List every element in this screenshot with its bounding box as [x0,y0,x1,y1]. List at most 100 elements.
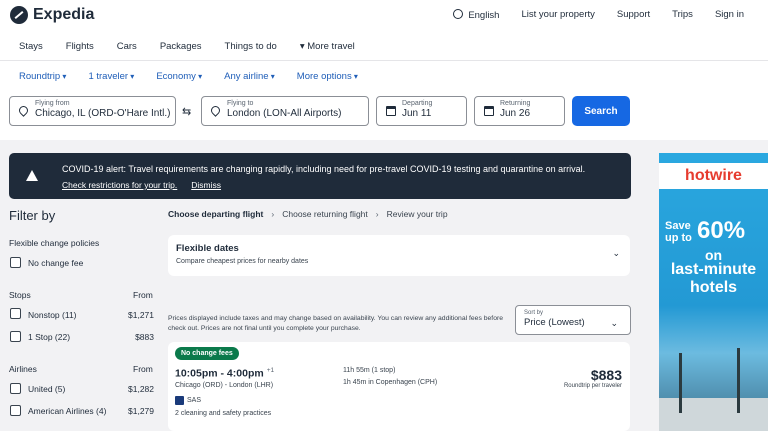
flying-to-label: Flying to [227,100,254,107]
alert-message: COVID-19 alert: Travel requirements are … [62,164,586,174]
no-change-fees-badge: No change fees [175,347,239,360]
nonstop-label: Nonstop (11) [28,310,77,320]
calendar-icon [484,106,494,116]
globe-icon [453,9,464,19]
hotwire-logo: hotwire [685,167,742,184]
more-options-dropdown[interactable]: More options [297,71,358,82]
search-options: Roundtrip 1 traveler Economy Any airline… [19,71,358,82]
location-pin-icon [17,104,30,117]
american-airlines-label: American Airlines (4) [28,406,107,416]
filter-title: Filter by [9,208,56,223]
plus-days: +1 [266,367,275,374]
price-disclaimer: Prices displayed include taxes and may c… [168,315,504,332]
flight-price-note: Roundtrip per traveler [563,383,622,389]
departing-date-field[interactable]: Departing Jun 11 [376,96,467,126]
step-departing: Choose departing flight [168,209,264,219]
stops-heading: Stops [9,290,31,300]
flying-to-field[interactable]: Flying to London (LON-All Airports) [201,96,369,126]
dismiss-alert-link[interactable]: Dismiss [191,180,221,190]
united-label: United (5) [28,384,66,394]
nav-flights[interactable]: Flights [66,41,94,52]
airlines-from-heading: From [133,364,153,374]
flight-price: $883 [590,367,622,383]
flight-result-card[interactable]: No change fees 10:05pm - 4:00pm +1 Chicag… [168,342,630,431]
expedia-logo-icon [10,6,28,24]
top-links: English List your property Support Trips… [453,9,744,21]
language-link[interactable]: English [453,9,499,21]
american-airlines-price: $1,279 [128,406,154,416]
ad-last-minute-text: last-minute hotels [670,261,757,296]
chevron-down-icon: ⌄ [610,318,618,328]
sign-in-link[interactable]: Sign in [715,9,744,21]
airline-logo-icon [175,396,184,405]
support-link[interactable]: Support [617,9,650,21]
flexible-dates-card[interactable]: Flexible dates Compare cheapest prices f… [168,235,630,276]
returning-value: Jun 26 [500,108,531,119]
flight-search-panel: Roundtrip 1 traveler Economy Any airline… [0,60,768,140]
flight-duration: 11h 55m (1 stop) [343,367,396,374]
ad-discount: 60% [697,217,746,244]
flight-airline: SAS [175,396,201,405]
sort-dropdown[interactable]: Sort by Price (Lowest) ⌄ [515,305,631,335]
palm-tree-image [737,348,740,413]
palm-tree-image [679,353,682,413]
one-stop-price: $883 [135,332,154,342]
ad-save-text: Save up to [665,220,692,244]
one-stop-label: 1 Stop (22) [28,332,71,342]
alert-links: Check restrictions for your trip. Dismis… [62,180,221,190]
united-checkbox[interactable] [10,383,21,394]
chevron-down-icon: ⌄ [612,248,620,258]
no-change-fee-checkbox[interactable] [10,257,21,268]
travelers-dropdown[interactable]: 1 traveler [88,71,134,82]
united-price: $1,282 [128,384,154,394]
flying-to-value: London (LON-All Airports) [227,108,342,119]
returning-label: Returning [500,100,531,107]
flexible-dates-subtitle: Compare cheapest prices for nearby dates [176,258,309,265]
flying-from-value: Chicago, IL (ORD-O'Hare Intl.) [35,108,171,119]
departing-label: Departing [402,100,433,107]
nav-more-travel[interactable]: ▾ More travel [300,41,355,52]
nav-packages[interactable]: Packages [160,41,202,52]
warning-icon [26,170,38,181]
trips-link[interactable]: Trips [672,9,693,21]
hotwire-ad-banner[interactable]: hotwire Save up to 60% on last-minute hot… [659,153,768,431]
airlines-heading: Airlines [9,364,37,374]
nav-cars[interactable]: Cars [117,41,137,52]
calendar-icon [386,106,396,116]
flying-from-label: Flying from [35,100,70,107]
cleaning-practices: 2 cleaning and safety practices [175,410,272,417]
cabin-class-dropdown[interactable]: Economy [156,71,202,82]
search-button[interactable]: Search [572,96,630,126]
list-property-link[interactable]: List your property [521,9,594,21]
swap-icon[interactable]: ⇆ [182,105,191,118]
flight-route: Chicago (ORD) - London (LHR) [175,382,274,389]
flying-from-field[interactable]: Flying from Chicago, IL (ORD-O'Hare Intl… [9,96,176,126]
nonstop-checkbox[interactable] [10,308,21,319]
nav-things-to-do[interactable]: Things to do [225,41,277,52]
no-change-fee-label: No change fee [28,258,84,268]
american-airlines-checkbox[interactable] [10,405,21,416]
covid-alert-banner: COVID-19 alert: Travel requirements are … [9,153,631,199]
flight-times: 10:05pm - 4:00pm +1 [175,367,275,380]
main-nav: Stays Flights Cars Packages Things to do… [0,32,768,60]
airline-dropdown[interactable]: Any airline [224,71,275,82]
ad-beach-image [659,398,768,431]
nonstop-price: $1,271 [128,310,154,320]
step-returning: Choose returning flight [282,209,368,219]
returning-date-field[interactable]: Returning Jun 26 [474,96,565,126]
flexible-dates-title: Flexible dates [176,243,239,254]
location-pin-icon [209,104,222,117]
expedia-logo[interactable]: Expedia [10,6,94,24]
chevron-right-icon: › [271,209,275,219]
top-bar: Expedia English List your property Suppo… [0,0,768,32]
sort-label: Sort by [524,310,544,316]
stops-from-heading: From [133,290,153,300]
departing-value: Jun 11 [402,108,432,119]
flexible-policies-heading: Flexible change policies [9,238,100,248]
trip-type-dropdown[interactable]: Roundtrip [19,71,66,82]
nav-stays[interactable]: Stays [19,41,43,52]
flight-layover: 1h 45m in Copenhagen (CPH) [343,379,438,386]
chevron-right-icon: › [375,209,379,219]
one-stop-checkbox[interactable] [10,331,21,342]
check-restrictions-link[interactable]: Check restrictions for your trip. [62,180,177,190]
